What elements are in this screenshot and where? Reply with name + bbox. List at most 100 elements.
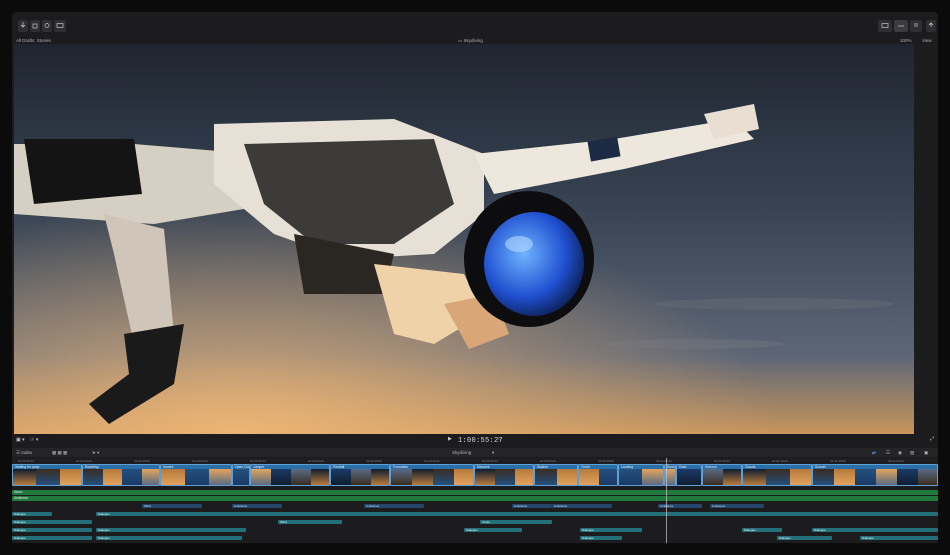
zoom-dropdown[interactable]: 100% (900, 38, 912, 43)
dialogue-clip[interactable]: Dialogue (12, 528, 92, 532)
dialogue-clip[interactable]: Dialogue (812, 528, 938, 532)
clip-thumbnail (557, 469, 577, 485)
clip-label: Dialogue (14, 528, 26, 532)
clip-thumbnail (83, 469, 103, 485)
clip-label: Ambience (14, 496, 29, 500)
clip-thumbnail (371, 469, 389, 485)
audio-clip-navy[interactable]: Ambience (364, 504, 424, 508)
select-tool-icon[interactable]: ➤ ▾ (92, 450, 99, 456)
audio-clip-green[interactable]: Ambience (12, 496, 938, 501)
clip-label: Ambience (234, 504, 248, 508)
video-clip[interactable]: Freefall (330, 464, 390, 486)
clip-label: Dialogue (98, 528, 110, 532)
clip-label: Ambience (712, 504, 726, 508)
clip-label: Wind (144, 504, 151, 508)
clip-label: Ambience (366, 504, 380, 508)
dialogue-clip[interactable]: Wind (278, 520, 342, 524)
view-dropdown[interactable]: View (922, 38, 932, 43)
dialogue-clip[interactable]: Dialogue (96, 528, 246, 532)
audio-clip-navy[interactable]: Ambience (232, 504, 282, 508)
clip-thumbnail (271, 469, 291, 485)
skydiver-frame-image (14, 44, 914, 434)
ruler-tick-label: 01:00:15:00 (134, 459, 150, 463)
ruler-tick-label: 01:00:20:00 (192, 459, 208, 463)
video-clip[interactable]: Skyline (534, 464, 578, 486)
dialogue-clip[interactable]: Dialogue (12, 512, 52, 516)
dialogue-clip[interactable]: Dialogue (777, 536, 832, 540)
share-button[interactable] (54, 20, 66, 32)
audio-clip-navy[interactable]: Wind (142, 504, 202, 508)
dialogue-clip[interactable]: Dialogue (96, 512, 938, 516)
audio-clip-navy[interactable]: Ambience (552, 504, 612, 508)
transform-tools-menu[interactable]: ▣ ▾ (16, 437, 25, 443)
play-button[interactable]: ▶ (448, 436, 452, 442)
share-export-button[interactable] (926, 20, 936, 32)
clip-thumbnail (897, 469, 918, 485)
project-dropdown-icon[interactable]: ▾ (492, 450, 494, 456)
dialogue-clip[interactable]: Chute (480, 520, 552, 524)
clip-label: Dialogue (466, 528, 478, 532)
libraries-toggle-button[interactable] (878, 20, 892, 32)
video-clip[interactable]: Formation (390, 464, 474, 486)
video-clip[interactable]: Waiting for jump (12, 464, 82, 486)
video-clip[interactable]: Chute (578, 464, 618, 486)
edit-tools-icon[interactable]: ▩ ▩ ▩ (52, 450, 67, 456)
video-clip[interactable]: Gear (676, 464, 702, 486)
dialogue-clip[interactable]: Dialogue (12, 520, 92, 524)
video-viewer[interactable] (14, 44, 914, 434)
playhead[interactable] (666, 458, 667, 555)
video-clip[interactable]: Ascent (160, 464, 232, 486)
dialogue-clip[interactable]: Dialogue (96, 536, 242, 540)
audio-clip-green[interactable]: Music (12, 490, 938, 495)
ruler-tick-label: 01:01:00:00 (656, 459, 672, 463)
clip-thumbnail (433, 469, 454, 485)
audio-clip-navy[interactable]: Ambience (512, 504, 552, 508)
timeline-tracks[interactable]: Waiting for jump Boarding Ascent Open Door J… (12, 464, 938, 555)
video-clip[interactable]: Jumper (250, 464, 330, 486)
clip-thumbnail (391, 469, 412, 485)
clip-thumbnail (619, 469, 642, 485)
clip-thumbnail (677, 469, 701, 485)
fullscreen-view-button[interactable]: □ (498, 436, 501, 442)
clip-thumbnail (141, 469, 159, 485)
video-clip[interactable]: Landing (618, 464, 664, 486)
dialogue-clip[interactable]: Dialogue (12, 536, 92, 540)
video-clip[interactable]: Clouds (742, 464, 812, 486)
clip-label: Dialogue (14, 512, 26, 516)
video-clip[interactable]: Sunset (812, 464, 938, 486)
video-clip[interactable]: Open Door (232, 464, 250, 486)
video-clip[interactable]: Boarding (82, 464, 160, 486)
ruler-tick-label: 01:01:15:00 (830, 459, 846, 463)
solo-icon[interactable]: ◉ (898, 450, 902, 456)
analysis-button[interactable] (42, 20, 52, 32)
clip-thumbnail (876, 469, 897, 485)
video-clip[interactable]: Descent (474, 464, 534, 486)
dialogue-clip[interactable]: Dialogue (580, 528, 642, 532)
import-button[interactable] (18, 20, 28, 32)
timeline-index-button[interactable]: ☰ Index (16, 450, 32, 456)
inspector-toggle-button[interactable] (910, 20, 922, 32)
audio-clip-navy[interactable]: Ambience (658, 504, 702, 508)
ruler-tick-label: 01:00:40:00 (424, 459, 440, 463)
expand-icon[interactable]: ⤢ (930, 436, 934, 442)
clip-thumbnail (209, 469, 231, 485)
clip-label: Ambience (514, 504, 528, 508)
dialogue-clip[interactable]: Dialogue (742, 528, 782, 532)
clip-label: Chute (482, 520, 491, 524)
dialogue-clip[interactable]: Dialogue (860, 536, 938, 540)
snapping-icon[interactable]: ⇄ (872, 450, 876, 456)
video-clip[interactable]: Horizon (702, 464, 742, 486)
enhancements-menu[interactable]: ☉ ▾ (30, 437, 38, 443)
top-toolbar (12, 20, 938, 34)
audio-clip-navy[interactable]: Ambience (710, 504, 764, 508)
audio-skimming-icon[interactable]: ☰ (886, 450, 890, 456)
clip-thumbnail (599, 469, 617, 485)
clip-thumbnail (102, 469, 122, 485)
timeline-toggle-button[interactable] (894, 20, 908, 32)
clip-appearance-icon[interactable]: ▧ (910, 450, 914, 456)
dialogue-clip[interactable]: Dialogue (580, 536, 622, 540)
keywords-button[interactable] (30, 20, 40, 32)
effects-browser-icon[interactable]: ▣ (924, 450, 928, 456)
clip-label: Music (14, 490, 23, 494)
dialogue-clip[interactable]: Dialogue (464, 528, 522, 532)
